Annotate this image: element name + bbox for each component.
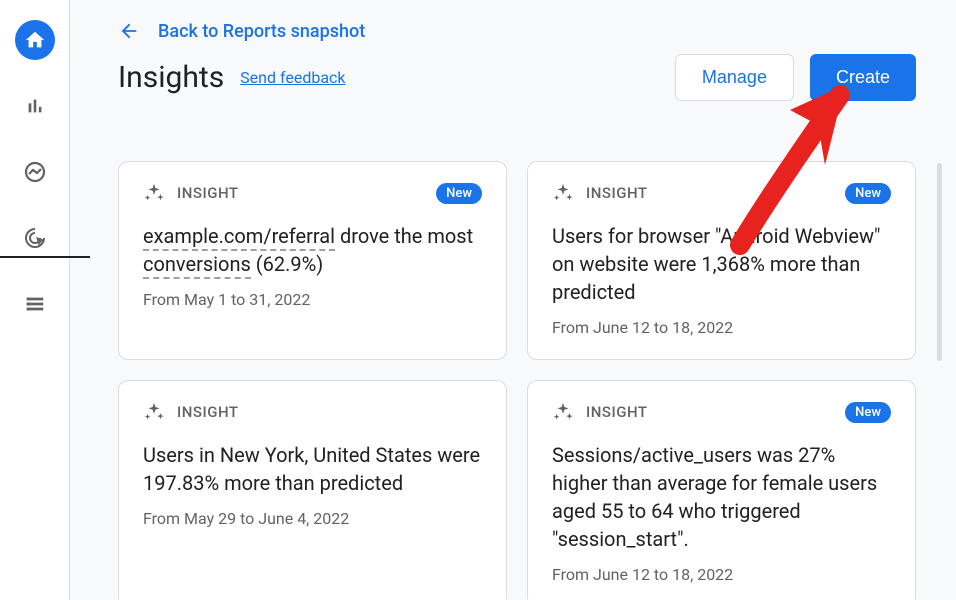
insight-title: Users for browser "Android Webview" on w… <box>552 222 891 306</box>
insight-card[interactable]: INSIGHT New Users for browser "Android W… <box>527 161 916 360</box>
sidebar-item-reports[interactable] <box>15 86 55 126</box>
insight-date: From May 1 to 31, 2022 <box>143 290 482 309</box>
insight-label: INSIGHT <box>177 403 239 421</box>
insight-date: From June 12 to 18, 2022 <box>552 318 891 337</box>
sparkle-icon <box>552 401 574 423</box>
list-icon <box>24 293 46 315</box>
insight-label: INSIGHT <box>586 403 648 421</box>
insight-card[interactable]: INSIGHT New example.com/referral drove t… <box>118 161 507 360</box>
back-label: Back to Reports snapshot <box>158 21 365 42</box>
home-icon <box>24 29 46 51</box>
insight-title: example.com/referral drove the most conv… <box>143 222 482 278</box>
sidebar-item-explore[interactable] <box>15 152 55 192</box>
header-row: Insights Send feedback Manage Create <box>118 54 916 101</box>
send-feedback-link[interactable]: Send feedback <box>240 68 345 87</box>
explore-icon <box>23 160 47 184</box>
insights-grid: INSIGHT New example.com/referral drove t… <box>118 161 916 600</box>
create-button[interactable]: Create <box>810 54 916 101</box>
back-link[interactable]: Back to Reports snapshot <box>118 20 365 42</box>
insight-title: Users in New York, United States were 19… <box>143 441 482 497</box>
sidebar-item-advertising[interactable] <box>15 218 55 258</box>
insight-title: Sessions/active_users was 27% higher tha… <box>552 441 891 553</box>
new-badge: New <box>845 402 891 423</box>
manage-button[interactable]: Manage <box>675 54 794 101</box>
insight-date: From June 12 to 18, 2022 <box>552 565 891 584</box>
insight-card[interactable]: INSIGHT Users in New York, United States… <box>118 380 507 600</box>
sidebar-item-home[interactable] <box>15 20 55 60</box>
insight-label: INSIGHT <box>586 184 648 202</box>
sidebar-item-configure[interactable] <box>15 284 55 324</box>
arrow-left-icon <box>118 20 140 42</box>
scrollbar[interactable] <box>937 163 942 361</box>
insight-label: INSIGHT <box>177 184 239 202</box>
bar-chart-icon <box>24 95 46 117</box>
insight-card[interactable]: INSIGHT New Sessions/active_users was 27… <box>527 380 916 600</box>
new-badge: New <box>845 183 891 204</box>
sidebar-divider <box>0 256 90 258</box>
page-title: Insights <box>118 60 224 95</box>
main-content: Back to Reports snapshot Insights Send f… <box>70 0 956 600</box>
new-badge: New <box>436 183 482 204</box>
sparkle-icon <box>552 182 574 204</box>
sparkle-icon <box>143 182 165 204</box>
left-sidebar <box>0 0 70 600</box>
sparkle-icon <box>143 401 165 423</box>
insight-date: From May 29 to June 4, 2022 <box>143 509 482 528</box>
target-click-icon <box>23 226 47 250</box>
